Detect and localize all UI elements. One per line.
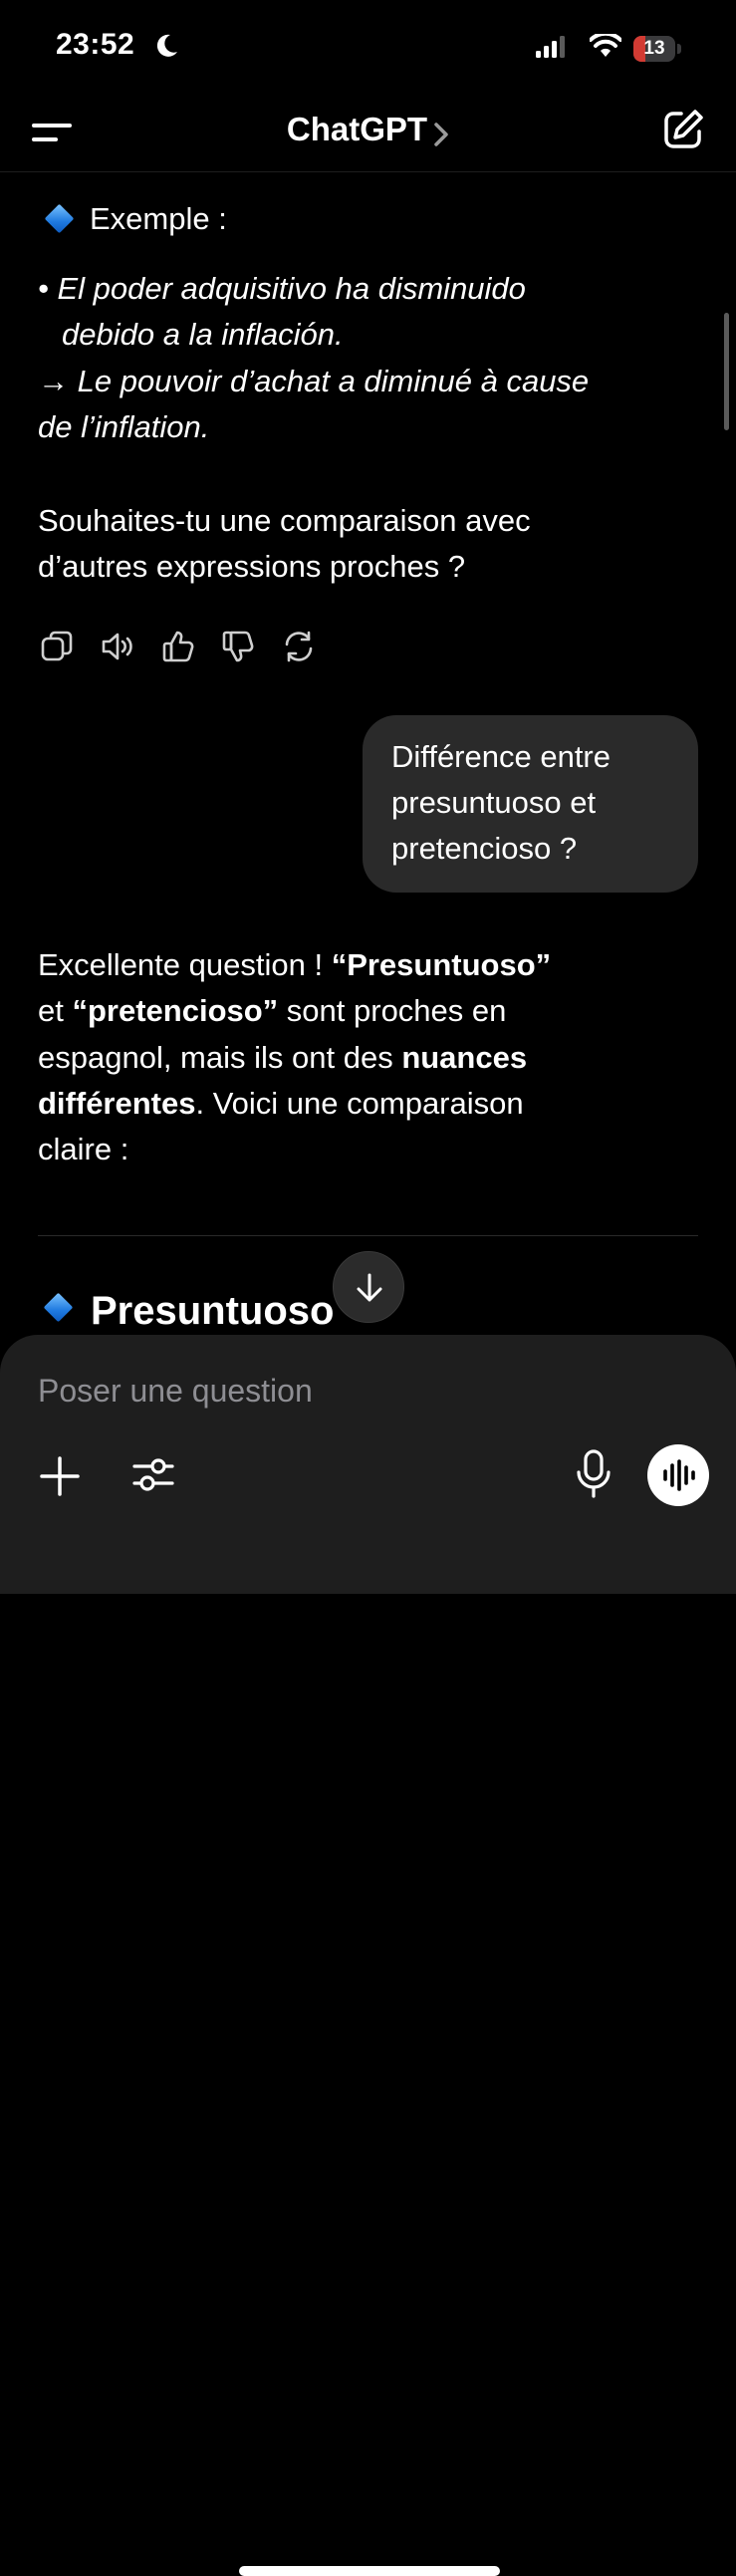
status-bar: 23:52 13 [0,0,736,100]
answer-text: Excellente question ! [38,947,332,982]
answer-line: différentes. Voici une comparaison [38,1081,524,1127]
battery-level: 13 [643,38,665,59]
voice-mode-icon [663,1459,695,1491]
followup-question-line: d’autres expressions proches ? [38,549,466,584]
moon-icon [156,34,177,57]
section-heading: Presuntuoso [91,1289,335,1333]
example-line: → Le pouvoir d’achat a diminué à cause [38,364,590,398]
answer-text: claire : [38,1132,129,1166]
regenerate-icon[interactable] [282,630,316,663]
answer-text: espagnol, mais ils ont des [38,1040,402,1075]
read-aloud-icon[interactable] [101,630,134,663]
thumbs-down-icon[interactable] [221,630,255,663]
blue-diamond-icon [44,203,75,234]
answer-line: Excellente question ! “Presuntuoso” [38,942,551,988]
blue-diamond-icon [43,1292,74,1323]
thumbs-up-icon[interactable] [161,630,195,663]
answer-bold-term: nuances [401,1040,528,1075]
answer-line: espagnol, mais ils ont des nuances [38,1035,527,1081]
plus-icon[interactable] [38,1454,82,1498]
app-title: ChatGPT [286,111,428,147]
user-message-line: Différence entre [391,739,611,774]
wifi-icon [590,34,621,57]
answer-bold-term: “pretencioso” [72,993,279,1028]
followup-question-line: Souhaites-tu une comparaison avec [38,503,531,538]
model-selector[interactable]: ChatGPT [0,100,736,171]
answer-bold-term: “Presuntuoso” [331,947,552,982]
answer-text: et [38,993,73,1028]
user-message-line: pretencioso ? [391,831,578,866]
section-divider [38,1235,698,1236]
scroll-to-bottom-button[interactable] [333,1251,404,1323]
tools-sliders-icon[interactable] [131,1452,175,1496]
answer-text: sont proches en [278,993,507,1028]
new-chat-icon[interactable] [661,108,705,151]
section-heading-row: Presuntuoso [43,1289,335,1334]
battery-icon: 13 [633,36,683,62]
arrow-down-icon [357,1273,382,1302]
home-indicator [239,2566,500,2576]
answer-text: . Voici une comparaison [195,1086,524,1121]
example-line: debido a la inflación. [62,317,344,352]
example-line: de l’inflation. [38,409,210,444]
answer-line: et “pretencioso” sont proches en [38,988,506,1034]
composer: Poser une question [0,1335,736,2576]
scrollbar-thumb[interactable] [724,313,729,430]
microphone-icon[interactable] [574,1448,613,1500]
question-input[interactable]: Poser une question [38,1369,635,1413]
cellular-signal-icon [536,36,565,58]
user-message-line: presuntuoso et [391,785,597,820]
example-heading-row: Exemple : [44,196,227,242]
example-heading: Exemple : [90,201,227,236]
answer-bold-term: différentes [38,1086,196,1121]
copy-icon[interactable] [40,630,74,663]
app-header: ChatGPT [0,100,736,172]
user-message-bubble[interactable]: Différence entre presuntuoso et pretenci… [363,715,698,893]
answer-line: claire : [38,1127,128,1172]
status-time: 23:52 [56,28,135,61]
chevron-right-icon [434,123,448,146]
example-line: • El poder adquisitivo ha disminuido [38,271,526,306]
voice-mode-button[interactable] [647,1444,709,1506]
